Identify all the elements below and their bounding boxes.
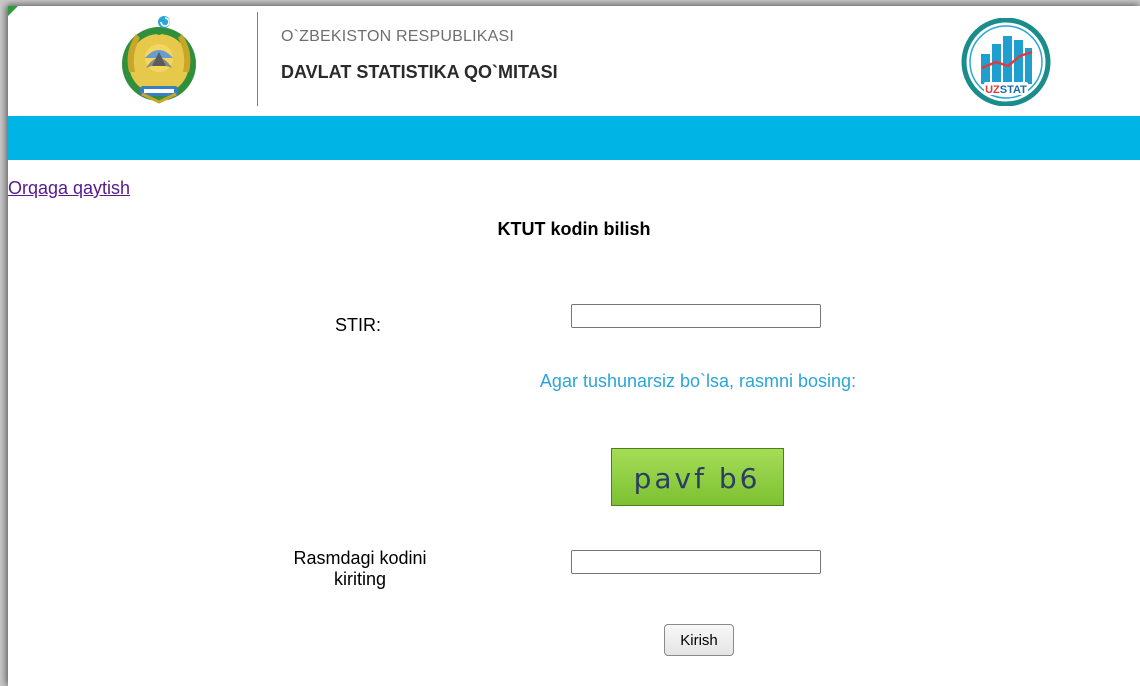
captcha-code-input[interactable]: [571, 550, 821, 574]
captcha-image[interactable]: pavf b6: [611, 448, 784, 506]
uzstat-logo-icon: UZSTAT: [961, 18, 1051, 106]
back-link[interactable]: Orqaga qaytish: [8, 178, 130, 199]
stir-label: STIR:: [335, 315, 382, 335]
org-name-line1: O`ZBEKISTON RESPUBLIKASI: [281, 28, 515, 45]
captcha-text: pavf b6: [634, 462, 761, 495]
submit-button[interactable]: Kirish: [664, 624, 734, 656]
captcha-code-label: Rasmdagi kodini kiriting: [293, 548, 427, 589]
header: O`ZBEKISTON RESPUBLIKASI DAVLAT STATISTI…: [8, 6, 1140, 116]
header-divider: [257, 12, 258, 106]
captcha-hint: Agar tushunarsiz bo`lsa, rasmni bosing:: [539, 371, 857, 391]
form-title: KTUT kodin bilish: [497, 219, 651, 239]
page: O`ZBEKISTON RESPUBLIKASI DAVLAT STATISTI…: [8, 6, 1140, 686]
header-color-bar: [8, 116, 1140, 160]
uzstat-logo-text: UZSTAT: [985, 84, 1027, 96]
stir-input[interactable]: [571, 304, 821, 328]
org-name-line2: DAVLAT STATISTIKA QO`MITASI: [281, 62, 558, 82]
state-emblem-icon: [122, 16, 196, 104]
